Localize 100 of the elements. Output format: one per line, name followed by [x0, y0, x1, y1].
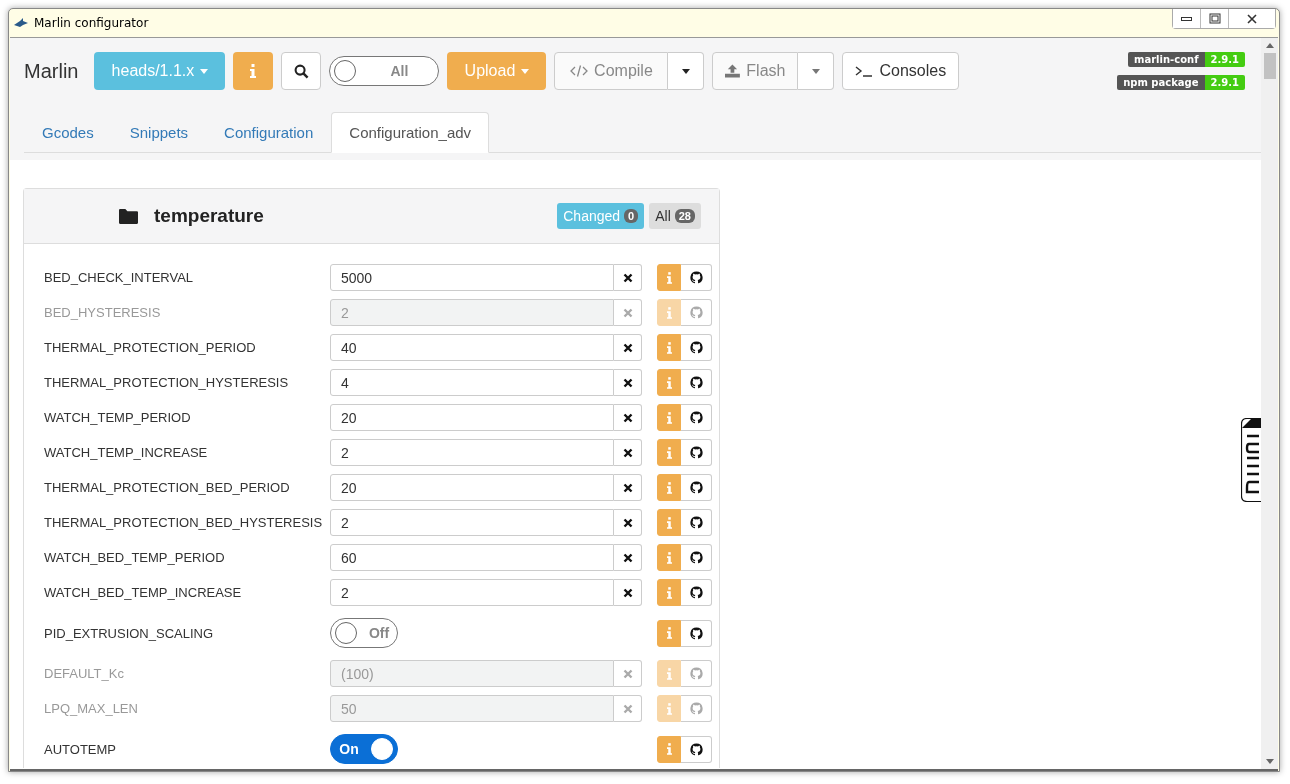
github-icon: [689, 306, 703, 319]
option-name: DEFAULT_Kc: [44, 666, 125, 681]
compile-menu-button[interactable]: [668, 52, 705, 90]
option-name: WATCH_BED_TEMP_PERIOD: [44, 550, 226, 565]
info-button[interactable]: [233, 52, 274, 90]
clear-button[interactable]: [614, 439, 642, 466]
close-icon: [622, 552, 633, 563]
info-icon: [666, 702, 672, 715]
github-button[interactable]: [681, 509, 712, 536]
terminal-icon: [855, 65, 874, 77]
tab[interactable]: Snippets: [111, 112, 207, 153]
minimize-button[interactable]: [1173, 9, 1201, 28]
value-field[interactable]: 2: [330, 579, 614, 606]
github-icon: [689, 586, 703, 599]
scrollbar-thumb[interactable]: [1263, 53, 1276, 79]
tab[interactable]: Configuration_adv: [331, 112, 490, 153]
flash-menu-button[interactable]: [798, 52, 835, 90]
info-icon: [666, 551, 672, 564]
value-field[interactable]: 2: [330, 509, 614, 536]
clear-button[interactable]: [614, 369, 642, 396]
caret-icon: [811, 68, 820, 74]
github-button[interactable]: [681, 579, 712, 606]
scroll-up-icon[interactable]: [1265, 43, 1274, 48]
value-field[interactable]: 4: [330, 369, 614, 396]
github-button[interactable]: [681, 439, 712, 466]
info-icon: [666, 376, 672, 389]
info-icon: [666, 306, 672, 319]
close-icon: [622, 703, 633, 714]
github-icon: [689, 446, 703, 459]
section-title: temperature: [154, 205, 264, 227]
toggle-switch[interactable]: On: [330, 734, 398, 764]
search-button[interactable]: [281, 52, 322, 90]
tab[interactable]: Gcodes: [24, 112, 112, 153]
close-icon: [622, 307, 633, 318]
close-icon: [622, 342, 633, 353]
search-icon: [293, 63, 309, 79]
close-icon: [622, 668, 633, 679]
info-icon: [666, 627, 672, 639]
github-icon: [689, 516, 703, 529]
info-icon: [666, 271, 672, 284]
compile-button[interactable]: Compile: [554, 52, 669, 90]
close-icon: [1246, 12, 1258, 25]
consoles-button[interactable]: Consoles: [842, 52, 960, 90]
tab[interactable]: Configuration: [206, 112, 332, 153]
option-name: WATCH_TEMP_INCREASE: [44, 445, 209, 460]
value-field[interactable]: 40: [330, 334, 614, 361]
github-button[interactable]: [681, 369, 712, 396]
github-button[interactable]: [681, 474, 712, 501]
scrollbar[interactable]: [1261, 38, 1278, 769]
value-field[interactable]: 2: [330, 439, 614, 466]
github-button[interactable]: [681, 404, 712, 431]
option-name: PID_EXTRUSION_SCALING: [44, 625, 215, 641]
option-name: WATCH_BED_TEMP_INCREASE: [44, 585, 243, 600]
marlin-logo-icon: [1241, 418, 1261, 502]
github-button[interactable]: [681, 334, 712, 361]
github-button[interactable]: [681, 264, 712, 291]
minimize-icon: [1181, 16, 1192, 21]
filter-button[interactable]: Changed 0: [557, 203, 645, 229]
caret-icon: [521, 68, 530, 74]
value-field[interactable]: 5000: [330, 264, 614, 291]
info-icon: [666, 411, 672, 424]
info-icon: [666, 481, 672, 494]
option-name: THERMAL_PROTECTION_BED_HYSTERESIS: [44, 515, 324, 530]
github-icon: [689, 376, 703, 389]
filter-button[interactable]: All 28: [649, 203, 701, 229]
github-icon: [689, 667, 703, 680]
clear-button[interactable]: [614, 264, 642, 291]
code-icon: [570, 65, 589, 77]
github-icon: [689, 702, 703, 715]
clear-button[interactable]: [614, 509, 642, 536]
close-icon: [622, 272, 633, 283]
close-icon: [622, 377, 633, 388]
close-button[interactable]: [1229, 9, 1275, 28]
value-field[interactable]: 20: [330, 474, 614, 501]
toggle-switch[interactable]: Off: [330, 618, 398, 648]
window-title: Marlin configurator: [34, 16, 149, 30]
info-icon: [250, 64, 257, 78]
folder-icon: [119, 208, 138, 224]
filter-toggle[interactable]: All: [329, 56, 440, 86]
clear-button[interactable]: [614, 334, 642, 361]
info-icon: [666, 667, 672, 680]
github-icon: [689, 551, 703, 564]
clear-button[interactable]: [614, 404, 642, 431]
github-button[interactable]: [681, 735, 712, 763]
flash-button[interactable]: Flash: [712, 52, 799, 90]
info-icon: [666, 446, 672, 459]
info-icon: [666, 516, 672, 529]
github-button[interactable]: [681, 544, 712, 571]
option-name: THERMAL_PROTECTION_PERIOD: [44, 340, 257, 355]
clear-button[interactable]: [614, 544, 642, 571]
clear-button[interactable]: [614, 579, 642, 606]
close-icon: [622, 412, 633, 423]
github-button[interactable]: [681, 619, 712, 647]
maximize-icon: [1208, 12, 1221, 25]
value-field[interactable]: 20: [330, 404, 614, 431]
clear-button[interactable]: [614, 474, 642, 501]
value-field[interactable]: 60: [330, 544, 614, 571]
scroll-down-icon[interactable]: [1265, 759, 1274, 764]
option-name: LPQ_MAX_LEN: [44, 701, 139, 716]
option-name: BED_CHECK_INTERVAL: [44, 270, 195, 285]
